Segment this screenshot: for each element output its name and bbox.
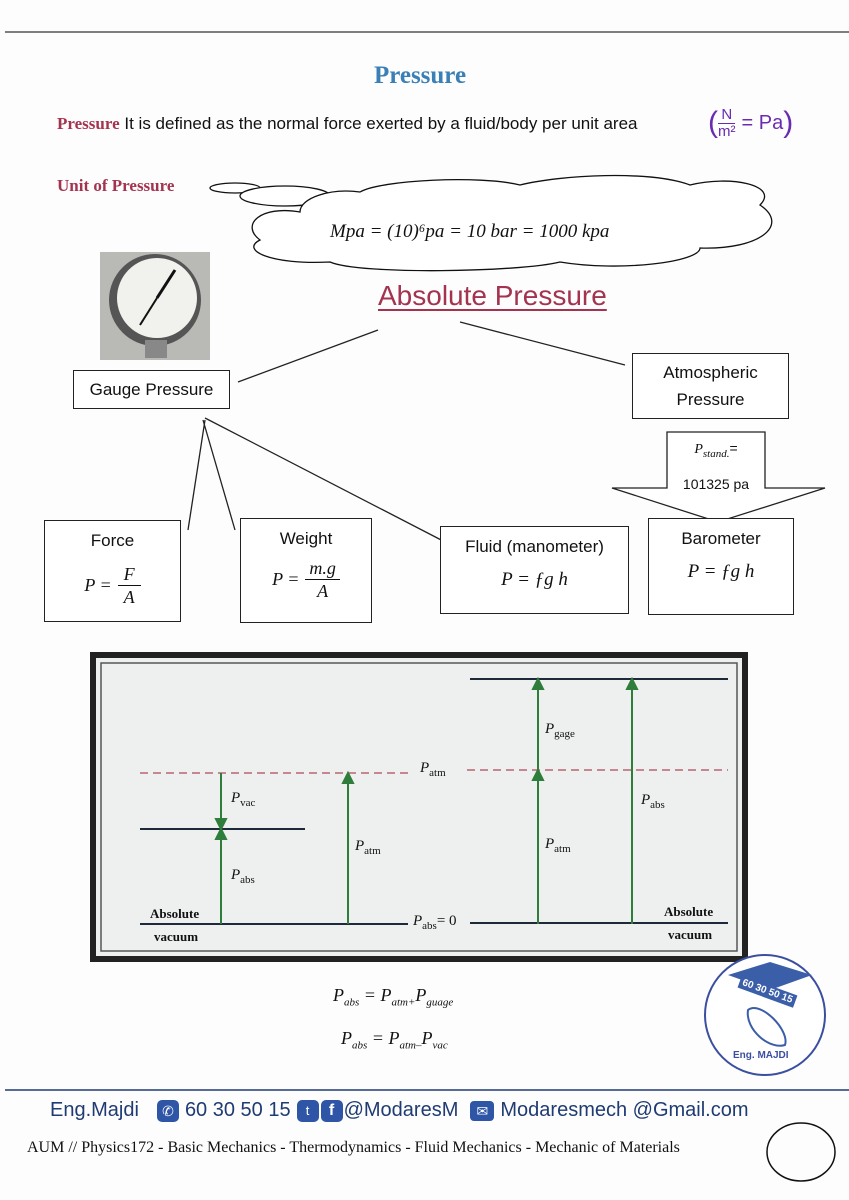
equation-vacuum: Pabs = Patm–Pvac (341, 1028, 448, 1052)
definition: Pressure It is defined as the normal for… (57, 114, 638, 134)
label-patm-center: Patm (420, 760, 446, 779)
weight-box: Weight P = m.g A (240, 518, 372, 623)
label-pabs-zero: Pabs= 0 (413, 913, 457, 932)
email-icon: ✉ (470, 1100, 495, 1121)
label-patm-middle: Patm (355, 838, 381, 857)
standard-p: P (694, 442, 703, 457)
atmospheric-pressure-box: Atmospheric Pressure (632, 353, 789, 419)
atmospheric-line2: Pressure (676, 390, 745, 409)
weight-title: Weight (279, 529, 333, 548)
label-pgage: Pgage (545, 721, 575, 740)
label-absolute-left: Absolute (150, 906, 200, 921)
unit-formula: Mpa = (10)⁶pa = 10 bar = 1000 kpa (330, 221, 610, 242)
pressure-gauge-image (100, 252, 210, 360)
unit-denominator: m² (718, 122, 736, 140)
whatsapp-icon: ✆ (156, 1099, 179, 1122)
fluid-formula: P = ƒg h (501, 569, 568, 590)
label-vacuum-right: vacuum (668, 927, 713, 942)
standard-eq: = (729, 440, 738, 456)
twitter-icon: t (296, 1099, 319, 1122)
force-title: Force (90, 531, 135, 550)
weight-den: A (317, 581, 329, 601)
force-den: A (123, 587, 135, 607)
fluid-box: Fluid (manometer) P = ƒg h (440, 526, 629, 614)
fluid-title: Fluid (manometer) (465, 537, 604, 556)
equation-gauge: Pabs = Patm+Pguage (333, 985, 454, 1009)
handwritten-unit: ( N m² = Pa ) (708, 105, 794, 140)
footer-email[interactable]: Modaresmech @Gmail.com (500, 1099, 748, 1122)
absolute-pressure-heading: Absolute Pressure (378, 280, 607, 311)
label-pvac: Pvac (231, 790, 256, 809)
gauge-pressure-box: Gauge Pressure (73, 370, 230, 409)
label-pabs-left: Pabs (231, 867, 255, 886)
force-lhs: P = (84, 575, 112, 595)
barometer-title: Barometer (681, 529, 761, 548)
footer-contact: Eng.Majdi ✆ 60 30 50 15 t f @ModaresM ✉ … (50, 1099, 749, 1122)
definition-text: It is defined as the normal force exerte… (124, 114, 638, 133)
page-title: Pressure (373, 62, 467, 89)
barometer-box: Barometer P = ƒg h (648, 518, 794, 615)
force-box: Force P = F A (44, 520, 181, 622)
weight-num: m.g (305, 557, 340, 580)
label-vacuum-left: vacuum (154, 929, 199, 944)
unit-heading: Unit of Pressure (57, 176, 175, 195)
footer-phone[interactable]: 60 30 50 15 (185, 1099, 291, 1122)
footer-handle[interactable]: @ModaresM (344, 1099, 459, 1122)
unit-equals: = Pa (741, 111, 784, 134)
label-absolute-right: Absolute (664, 904, 714, 919)
logo-name: Eng. MAJDI (733, 1050, 789, 1061)
standard-sub: stand. (702, 447, 730, 460)
footer-name: Eng.Majdi (50, 1099, 139, 1121)
footer-course: AUM // Physics172 - Basic Mechanics - Th… (27, 1139, 680, 1156)
barometer-formula: P = ƒg h (687, 561, 755, 582)
facebook-icon: f (320, 1099, 343, 1122)
standard-pressure: Pstand.= 101325 pa (667, 440, 765, 492)
weight-lhs: P = (272, 569, 300, 589)
unit-numerator: N (718, 106, 736, 124)
blank-circle (766, 1122, 836, 1182)
definition-term: Pressure (57, 114, 120, 133)
label-pabs-right: Pabs (641, 792, 665, 811)
atmospheric-line1: Atmospheric (663, 363, 758, 382)
force-num: F (117, 563, 141, 586)
label-patm-right: Patm (545, 836, 571, 855)
gauge-pressure-label: Gauge Pressure (89, 380, 214, 399)
standard-value: 101325 pa (682, 475, 750, 492)
